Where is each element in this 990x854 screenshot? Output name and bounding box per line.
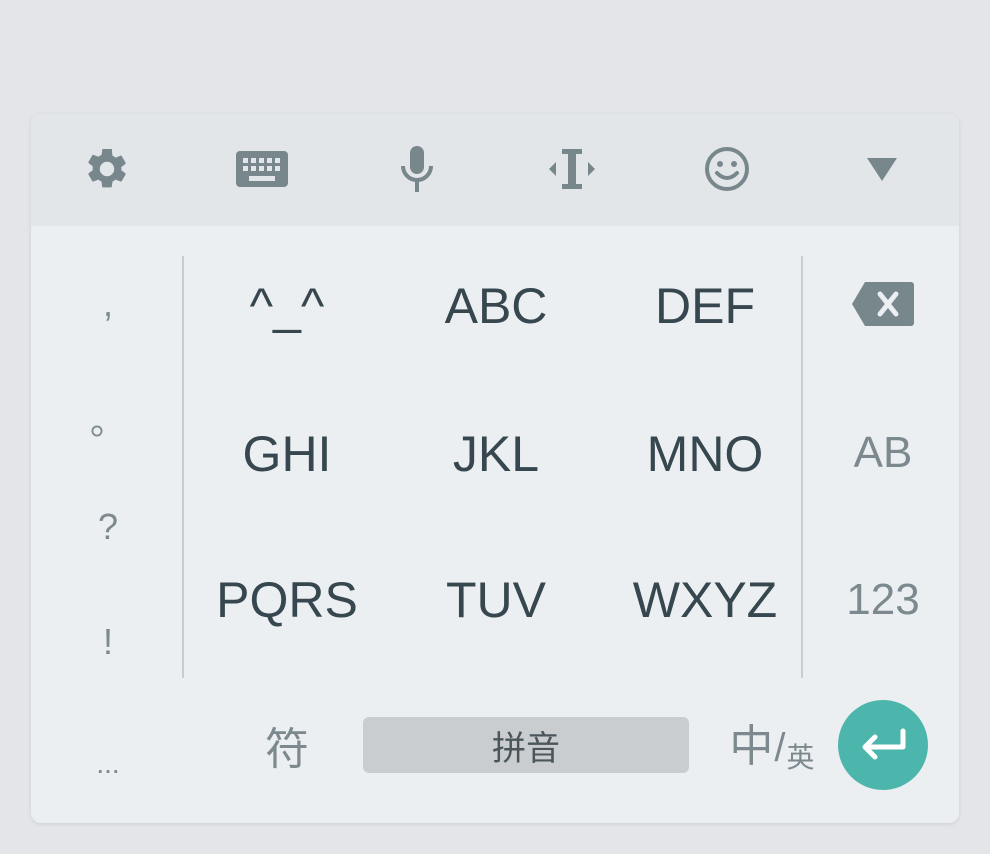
- key-mno[interactable]: MNO: [610, 394, 800, 514]
- emoji-button[interactable]: [672, 134, 782, 204]
- keyboard-icon: [236, 151, 288, 187]
- punct-ellipsis-key[interactable]: ...: [55, 709, 161, 819]
- microphone-icon: [401, 146, 433, 192]
- lang-alt-label: 英: [786, 742, 815, 773]
- punct-comma-key[interactable]: ,: [55, 244, 161, 364]
- punct-period-key[interactable]: 。: [55, 364, 161, 474]
- settings-button[interactable]: [52, 134, 162, 204]
- key-abc[interactable]: ABC: [401, 246, 591, 366]
- key-wxyz[interactable]: WXYZ: [610, 540, 800, 660]
- key-def[interactable]: DEF: [610, 246, 800, 366]
- right-divider: [801, 256, 803, 678]
- key-jkl[interactable]: JKL: [401, 394, 591, 514]
- backspace-icon: [852, 282, 914, 326]
- enter-button[interactable]: [838, 700, 928, 790]
- punct-question-key[interactable]: ?: [55, 474, 161, 579]
- enter-icon: [862, 728, 906, 760]
- backspace-key[interactable]: [821, 249, 945, 359]
- cursor-move-button[interactable]: [517, 134, 627, 204]
- language-switch-key[interactable]: 中 / 英: [717, 712, 827, 782]
- lang-slash: /: [774, 726, 786, 770]
- keyboard-panel: , 。 ? ! ... ^_^ ABC DEF GHI JKL MNO PQRS…: [31, 114, 959, 823]
- voice-input-button[interactable]: [362, 134, 472, 204]
- smiley-icon: [705, 147, 749, 191]
- key-pqrs[interactable]: PQRS: [192, 540, 382, 660]
- text-cursor-icon: [549, 149, 595, 189]
- space-key[interactable]: 拼音: [363, 717, 689, 773]
- keyboard-switch-button[interactable]: [207, 134, 317, 204]
- symbols-key[interactable]: 符: [237, 710, 337, 780]
- key-tuv[interactable]: TUV: [401, 540, 591, 660]
- hide-keyboard-button[interactable]: [827, 134, 937, 204]
- lang-main-label: 中: [729, 722, 774, 771]
- ab-mode-key[interactable]: AB: [821, 398, 945, 508]
- left-divider: [182, 256, 184, 678]
- key-ghi[interactable]: GHI: [192, 394, 382, 514]
- number-mode-key[interactable]: 123: [821, 545, 945, 655]
- punct-exclaim-key[interactable]: !: [55, 584, 161, 699]
- gear-icon: [88, 148, 126, 188]
- triangle-down-icon: [867, 158, 897, 181]
- key-emoticon[interactable]: ^_^: [192, 246, 382, 366]
- keyboard-toolbar: [31, 114, 959, 226]
